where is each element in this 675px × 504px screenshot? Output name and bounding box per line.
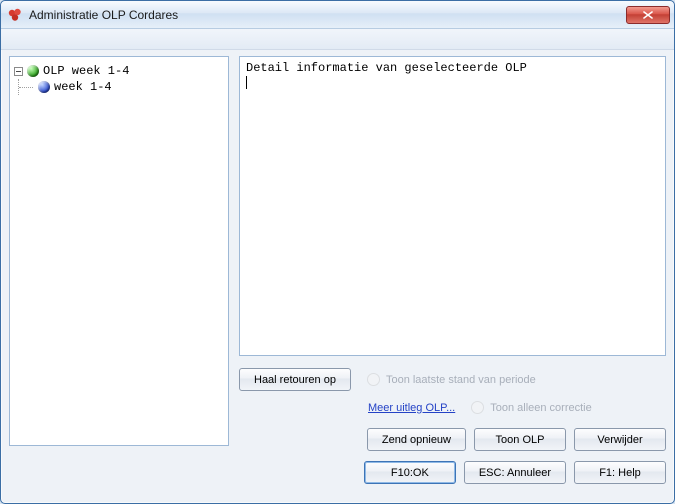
bullet-blue-icon [38,81,50,93]
annuleer-button[interactable]: ESC: Annuleer [464,461,566,484]
help-button[interactable]: F1: Help [574,461,666,484]
zend-opnieuw-button[interactable]: Zend opnieuw [367,428,466,451]
action-button-row: Zend opnieuw Toon OLP Verwijder [367,428,666,451]
app-icon [7,7,23,23]
close-button[interactable] [626,6,670,24]
ok-button[interactable]: F10:OK [364,461,456,484]
text-cursor [246,76,247,89]
titlebar: Administratie OLP Cordares [1,1,674,29]
right-column: Detail informatie van geselecteerde OLP … [239,56,666,493]
radio-period-label: Toon laatste stand van periode [386,374,536,386]
haal-retouren-button[interactable]: Haal retouren op [239,368,351,391]
menubar-placeholder [1,29,674,50]
tree-collapse-icon[interactable] [14,67,23,76]
radio-period-input [367,373,380,386]
toon-olp-button[interactable]: Toon OLP [474,428,566,451]
radio-correction: Toon alleen correctie [471,401,592,414]
tree-line-icon [18,79,38,95]
client-area: OLP week 1-4 week 1-4 Detail informatie … [1,50,674,503]
tree-panel[interactable]: OLP week 1-4 week 1-4 [9,56,229,446]
window-title: Administratie OLP Cordares [29,8,626,22]
mid-row: Haal retouren op Toon laatste stand van … [239,368,666,391]
meer-uitleg-link[interactable]: Meer uitleg OLP... [368,402,455,414]
tree-child-label: week 1-4 [54,79,112,95]
bullet-green-icon [27,65,39,77]
tree-root-label: OLP week 1-4 [43,63,129,79]
dialog-button-row: F10:OK ESC: Annuleer F1: Help [239,461,666,484]
link-row: Meer uitleg OLP... Toon alleen correctie [239,401,666,414]
radio-correction-label: Toon alleen correctie [490,402,592,414]
top-row: OLP week 1-4 week 1-4 Detail informatie … [9,56,666,493]
detail-panel[interactable]: Detail informatie van geselecteerde OLP [239,56,666,356]
radio-period: Toon laatste stand van periode [367,373,536,386]
dialog-window: Administratie OLP Cordares OLP week 1-4 … [0,0,675,504]
radio-correction-input [471,401,484,414]
tree-root-node[interactable]: OLP week 1-4 [14,63,224,79]
detail-text: Detail informatie van geselecteerde OLP [246,61,527,75]
tree-child-node[interactable]: week 1-4 [18,79,224,95]
verwijder-button[interactable]: Verwijder [574,428,666,451]
